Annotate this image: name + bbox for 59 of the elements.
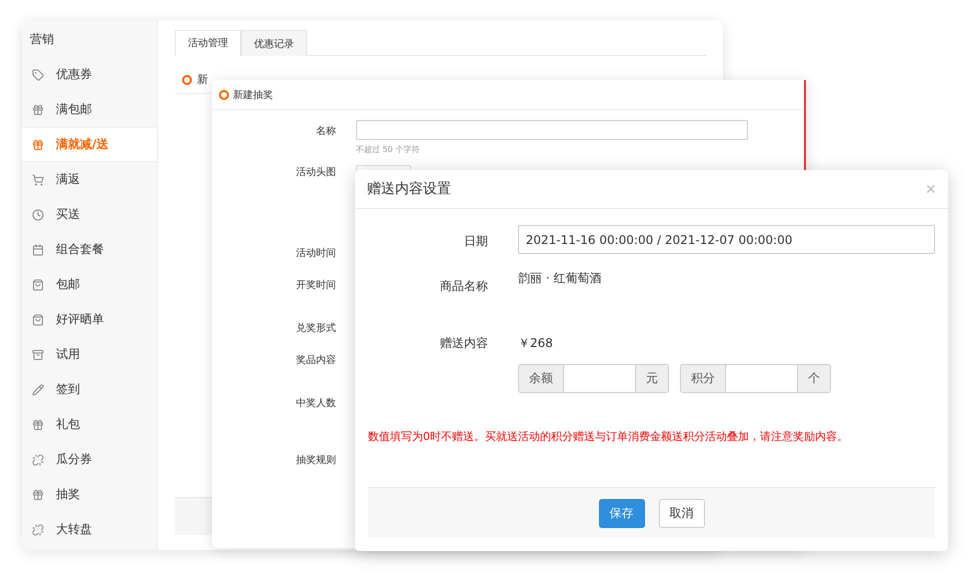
sidebar-item[interactable]: 好评晒单	[22, 302, 157, 337]
panel-title: 新建抽奖	[233, 88, 273, 102]
calendar-icon	[32, 244, 44, 256]
sidebar-item[interactable]: 买送	[22, 197, 157, 232]
sidebar-item[interactable]: 试用	[22, 337, 157, 372]
broken-link-icon	[32, 524, 44, 536]
sidebar-item[interactable]: 签到	[22, 372, 157, 407]
field-label: 商品名称	[439, 278, 488, 295]
field-label: 开奖时间	[295, 278, 336, 293]
bag-icon	[32, 314, 44, 326]
pencil-icon	[32, 384, 44, 396]
sidebar-item[interactable]: 抽奖	[22, 477, 157, 512]
sidebar-item[interactable]: 瓜分券	[22, 442, 157, 477]
date-field[interactable]: 2021-11-16 00:00:00 / 2021-12-07 00:00:00	[518, 225, 935, 254]
price-text: ￥268	[518, 335, 554, 352]
field-label: 中奖人数	[295, 396, 336, 411]
field-label: 活动头图	[295, 166, 336, 180]
sidebar-title: 营销	[29, 31, 55, 48]
product-name: 韵丽 · 红葡萄酒	[518, 270, 602, 287]
name-input[interactable]	[356, 120, 748, 140]
clock-icon	[32, 208, 44, 220]
sidebar-item[interactable]: 优惠券	[22, 57, 157, 92]
section-title: 新	[197, 72, 208, 87]
amount-input-group[interactable]: 积分 个	[680, 364, 831, 393]
ring-icon	[182, 74, 192, 84]
dialog-title: 赠送内容设置	[367, 180, 451, 198]
gift-icon	[32, 104, 44, 116]
ring-icon	[219, 90, 229, 100]
bag-icon	[32, 278, 44, 290]
broken-link-icon	[32, 454, 44, 466]
tab[interactable]: 优惠记录	[241, 30, 307, 56]
sidebar-item[interactable]: 包邮	[22, 267, 157, 302]
amount-input-group[interactable]: 余额 元	[518, 364, 669, 393]
field-label: 活动时间	[295, 246, 336, 261]
hint-text: 不超过 50 个字符	[356, 144, 420, 155]
input-prefix: 余额	[519, 365, 564, 392]
tag-icon	[32, 68, 44, 80]
cancel-button[interactable]: 取消	[658, 498, 704, 528]
field-label: 奖品内容	[295, 354, 336, 368]
field-label: 抽奖规则	[295, 454, 336, 468]
field-label: 兑奖形式	[295, 322, 336, 336]
cart-icon	[32, 174, 44, 186]
sidebar-item[interactable]: 礼包	[22, 407, 157, 442]
gift-icon	[32, 138, 44, 150]
sidebar-item[interactable]: 满返	[22, 162, 157, 197]
field-label: 日期	[462, 233, 488, 250]
sidebar-item[interactable]: 大转盘	[22, 512, 157, 547]
sidebar-item[interactable]: 组合套餐	[22, 232, 157, 267]
input-suffix: 个	[797, 365, 830, 392]
notice-text: 数值填写为0时不赠送。买就送活动的积分赠送与订单消费金额送积分活动叠加，请注意奖励内容。	[368, 429, 849, 444]
input-suffix: 元	[635, 365, 668, 392]
field-label: 赠送内容	[439, 335, 488, 352]
gift-icon	[32, 418, 44, 430]
field-label: 名称	[315, 125, 336, 139]
gift-icon	[32, 488, 44, 500]
archive-icon	[32, 348, 44, 360]
tab[interactable]: 活动管理	[175, 30, 241, 56]
sidebar-item[interactable]: 满包邮	[22, 92, 157, 127]
input-prefix: 积分	[681, 365, 726, 392]
